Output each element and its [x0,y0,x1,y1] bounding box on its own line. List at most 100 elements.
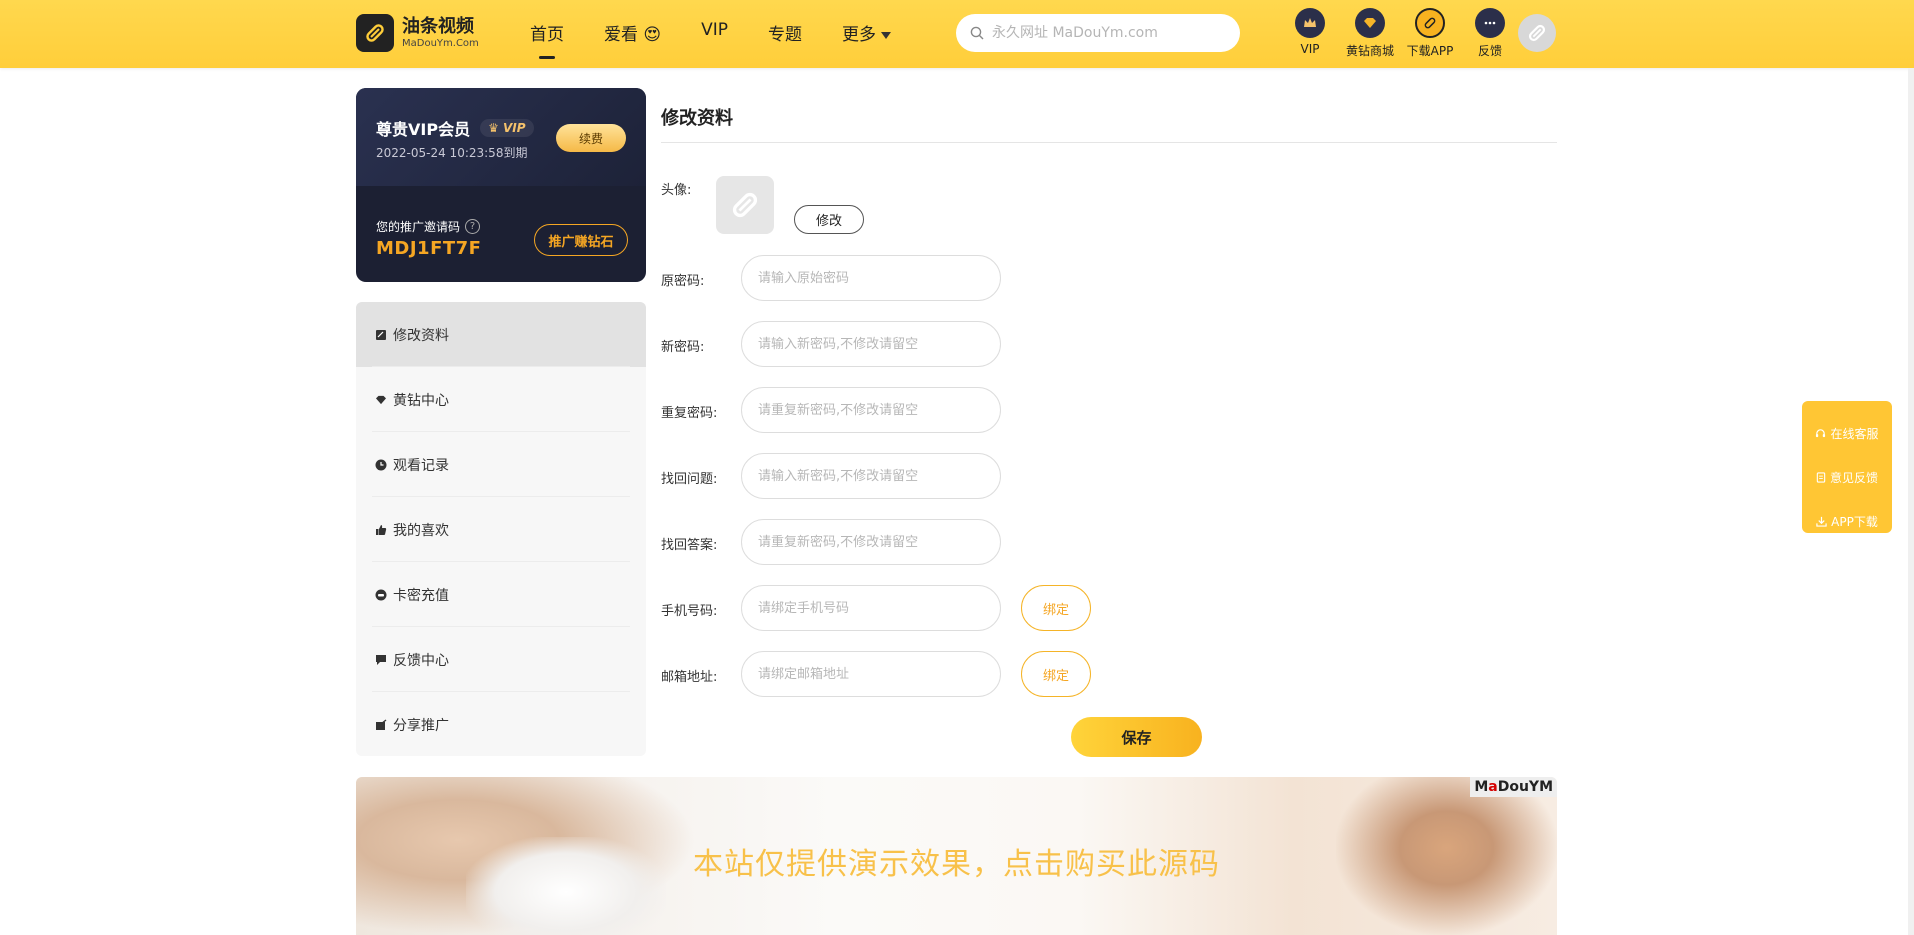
recovery-question-input[interactable] [741,453,1001,499]
vip-title: 尊贵VIP会员 [376,120,471,139]
search-input[interactable] [990,24,1220,42]
page-title: 修改资料 [661,108,733,129]
field-label-email: 邮箱地址: [661,670,718,685]
logo-icon [356,14,394,52]
invite-code: MDJ1FT7F [376,238,482,259]
repeat-password-input[interactable] [741,387,1001,433]
menu-item-card-recharge[interactable]: 卡密充值 [356,562,646,627]
old-password-input[interactable] [741,255,1001,301]
headset-icon [1816,428,1826,437]
menu-item-edit-profile[interactable]: 修改资料 [356,302,646,367]
field-label-new-password: 新密码: [661,340,705,355]
banner-text: 本站仅提供演示效果，点击购买此源码 [693,847,1220,882]
bind-phone-button[interactable]: 绑定 [1021,585,1091,631]
avatar-placeholder-icon [1528,24,1546,42]
thumbs-up-icon [374,523,387,536]
menu-item-label: 卡密充值 [393,587,449,604]
search-box [956,14,1240,52]
top-header: 油条视频 MaDouYm.Com 首页 爱看 😍 VIP 专题 更多 VIP 黄… [0,0,1914,68]
diamond-icon [1355,8,1385,38]
header-download-app-button[interactable]: 下载APP [1400,8,1460,59]
new-password-input[interactable] [741,321,1001,367]
watermark-suffix: DouYM [1497,779,1553,795]
app-download-label: APP下载 [1831,514,1878,529]
header-vip-label: VIP [1300,42,1320,56]
app-logo-icon [1415,8,1445,38]
menu-item-feedback-center[interactable]: 反馈中心 [356,627,646,692]
promo-banner[interactable]: 本站仅提供演示效果，点击购买此源码 MaDouYM [356,777,1557,935]
clock-icon [374,458,387,471]
share-icon [374,718,387,731]
phone-input[interactable] [741,585,1001,631]
chat-bubble-icon [1475,8,1505,38]
menu-item-label: 分享推广 [393,717,449,734]
nav-more[interactable]: 更多 [842,20,892,45]
floating-service-menu: 在线客服 意见反馈 APP下载 [1802,401,1892,533]
bind-email-button[interactable]: 绑定 [1021,651,1091,697]
help-icon[interactable]: ? [465,219,481,234]
vip-badge-label: VIP [503,121,526,135]
header-shortcuts: VIP 黄钻商城 下载APP 反馈 [1280,8,1520,59]
vip-member-card: 尊贵VIP会员 ♛ VIP 2022-05-24 10:23:58到期 续费 您… [356,88,646,282]
app-download-button[interactable]: APP下载 [1802,499,1892,543]
comment-icon [374,653,387,666]
menu-item-diamond-center[interactable]: 黄钻中心 [356,367,646,432]
feedback-button[interactable]: 意见反馈 [1802,455,1892,499]
header-feedback-button[interactable]: 反馈 [1460,8,1520,59]
diamond-icon [374,393,387,406]
nav-home[interactable]: 首页 [530,20,564,45]
save-button[interactable]: 保存 [1071,717,1202,757]
user-side-menu: 修改资料 黄钻中心 观看记录 我的喜欢 卡密充值 反馈中心 分享推广 [356,302,646,756]
user-avatar[interactable] [1518,14,1556,52]
online-service-button[interactable]: 在线客服 [1802,411,1892,455]
header-vip-button[interactable]: VIP [1280,8,1340,59]
header-download-app-label: 下载APP [1406,44,1454,58]
crown-icon: ♛ [488,121,504,135]
vip-expire-date: 2022-05-24 10:23:58到期 [376,146,528,160]
header-feedback-label: 反馈 [1477,44,1502,58]
header-diamond-store-label: 黄钻商城 [1345,44,1394,58]
title-divider [661,142,1557,143]
nav-topics[interactable]: 专题 [768,20,802,45]
email-input[interactable] [741,651,1001,697]
menu-item-watch-history[interactable]: 观看记录 [356,432,646,497]
renew-button[interactable]: 续费 [556,124,626,152]
invite-code-label-row: 您的推广邀请码 ? [376,218,481,235]
menu-item-share-promote[interactable]: 分享推广 [356,692,646,756]
recovery-answer-input[interactable] [741,519,1001,565]
page-scrollbar[interactable] [1908,68,1914,935]
feedback-label: 意见反馈 [1829,470,1878,485]
menu-item-my-likes[interactable]: 我的喜欢 [356,497,646,562]
field-label-recovery-question: 找回问题: [661,472,718,487]
field-label-phone: 手机号码: [661,604,718,619]
main-nav: 首页 爱看 😍 VIP 专题 更多 [530,20,931,45]
field-label-repeat-password: 重复密码: [661,406,718,421]
nav-vip[interactable]: VIP [701,20,728,45]
invite-code-label: 您的推广邀请码 [376,220,461,234]
promote-earn-diamonds-button[interactable]: 推广赚钻石 [534,224,628,256]
header-diamond-store-button[interactable]: 黄钻商城 [1340,8,1400,59]
menu-item-label: 修改资料 [393,327,449,344]
online-service-label: 在线客服 [1830,426,1879,441]
vip-title-row: 尊贵VIP会员 ♛ VIP [376,116,534,140]
avatar-label: 头像: [661,183,692,198]
profile-avatar[interactable] [716,176,774,234]
site-logo[interactable]: 油条视频 MaDouYm.Com [356,14,479,52]
crown-icon [1295,8,1325,38]
nav-more-label: 更多 [842,25,877,45]
modify-avatar-button[interactable]: 修改 [794,205,864,234]
menu-item-label: 我的喜欢 [393,522,449,539]
chevron-down-icon [881,31,892,39]
logo-subtitle: MaDouYm.Com [402,37,479,49]
vip-badge: ♛ VIP [480,119,534,137]
logo-name: 油条视频 [402,15,474,37]
download-icon [1816,516,1827,527]
document-icon [1816,471,1826,483]
search-icon[interactable] [970,26,984,40]
menu-item-label: 黄钻中心 [393,392,449,409]
gamepad-icon [374,588,387,601]
menu-item-label: 反馈中心 [393,652,449,669]
nav-love[interactable]: 爱看 😍 [604,20,661,45]
watermark-highlight: a [1488,779,1498,795]
avatar-placeholder-icon [732,192,758,218]
